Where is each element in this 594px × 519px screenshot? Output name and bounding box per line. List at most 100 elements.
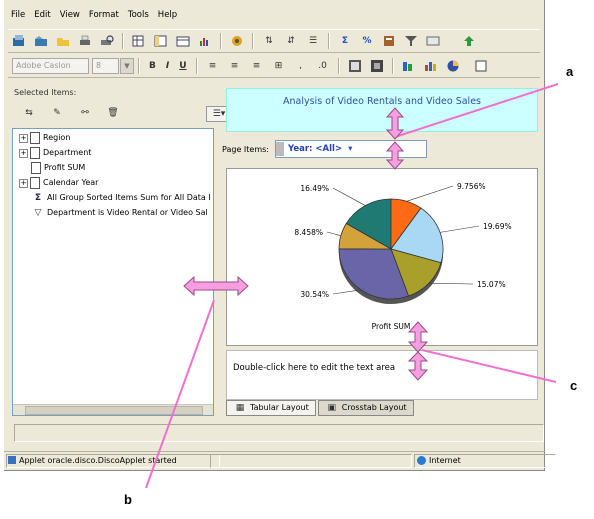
item-icon [30,132,40,144]
toolbar-separator [337,58,340,74]
toolbar-separator [391,58,394,74]
table-layout-icon[interactable] [132,34,146,48]
pivot-icon[interactable]: ☰ [306,34,320,48]
graph-icon[interactable] [198,34,212,48]
sum-icon[interactable]: Σ [338,34,352,48]
pie-chart-icon[interactable] [446,59,460,73]
wrap-text-icon[interactable]: ⊞ [272,59,286,73]
new-workbook-icon[interactable] [12,34,26,48]
menu-help[interactable]: Help [157,10,178,24]
pie-leader-line [439,225,480,233]
page-detail-icon[interactable] [176,34,190,48]
print-preview-icon[interactable] [100,34,114,48]
pie-slice-label: 30.54% [300,290,329,299]
chart-area[interactable]: 16.49% 9.756% 19.69% 15.07% 30.54% 8.458% Prof… [226,168,538,346]
pie-leader-line [428,282,474,285]
edit-pencil-icon[interactable]: ✎ [50,106,64,120]
filter-icon: ▽ [34,208,42,218]
menu-format[interactable]: Format [88,10,120,24]
delete-icon[interactable]: 🗑 [106,106,120,120]
toolbar-separator [328,33,330,49]
tree-item-label: Profit SUM [44,163,86,172]
crosstab-icon[interactable] [154,34,168,48]
sql-inspector-icon[interactable] [230,34,244,48]
menu-bar: File Edit View Format Tools Help [10,10,178,24]
conditional-format-icon[interactable] [426,34,440,48]
format-toolbar: Adobe Caslon 8 ▼ B I U ≡ ≡ ≡ ⊞ , .0 [8,55,540,78]
worksheet-panel: Analysis of Video Rentals and Video Sale… [222,82,540,422]
pie-chart: 16.49% 9.756% 19.69% 15.07% 30.54% 8.458% Prof… [294,182,512,331]
open-folder-icon[interactable] [56,34,70,48]
decimal-icon[interactable]: .0 [316,59,330,73]
pie-leader-line [326,231,341,236]
pie-slice-label: 8.458% [294,228,323,237]
align-right-icon[interactable]: ≡ [250,59,264,73]
tree-item-profit-sum[interactable]: Profit SUM [31,161,85,175]
applet-status: Applet oracle.disco.DiscoApplet started [6,454,220,468]
format-heading-icon[interactable] [370,59,384,73]
align-center-icon[interactable]: ≡ [228,59,242,73]
align-left-icon[interactable]: ≡ [206,59,220,73]
filter-icon[interactable] [404,34,418,48]
callout-label-c: c [570,378,578,393]
tree-item-label: Department is Video Rental or Video Sal [47,208,208,217]
sort-descending-icon[interactable]: ⇵ [284,34,298,48]
layout-tabs: ▦ Tabular Layout ▣ Crosstab Layout [226,400,414,416]
font-size-dropdown[interactable]: 8 [92,58,119,74]
tree-item-department[interactable]: + Department [19,146,91,160]
globe-icon [417,456,426,465]
text-area[interactable]: Double-click here to edit the text area [226,350,538,400]
drill-icon[interactable] [462,34,476,48]
item-icon [30,177,40,189]
chevron-down-icon[interactable]: ▼ [120,58,134,74]
pie-slice-label: 19.69% [483,222,512,231]
page-item-selector[interactable]: Year: <All> ▾ [274,140,427,158]
item-icon [31,162,41,174]
bold-button[interactable]: B [149,61,156,71]
tree-item-calendar-year[interactable]: + Calendar Year [19,176,98,190]
pie-leader-line [332,289,362,295]
italic-button[interactable]: I [166,61,169,71]
format-number-icon[interactable]: , [294,59,308,73]
move-icon[interactable]: ⇆ [22,106,36,120]
tree-item-region[interactable]: + Region [19,131,70,145]
pie-slice-label: 15.07% [477,280,506,289]
print-icon[interactable] [78,34,92,48]
tree-item-group-sort[interactable]: Σ All Group Sorted Items Sum for All Data… [31,191,211,205]
expand-icon[interactable]: + [19,148,28,158]
menu-file[interactable]: File [10,10,26,24]
pie-slice-label: 9.756% [457,182,486,191]
expand-icon[interactable]: + [19,178,28,188]
tab-crosstab-layout[interactable]: ▣ Crosstab Layout [317,400,414,416]
tree-item-condition[interactable]: ▽ Department is Video Rental or Video Sal [31,206,208,220]
main-toolbar: ⇅ ⇵ ☰ Σ % [8,29,540,53]
font-name-dropdown[interactable]: Adobe Caslon [12,58,89,74]
selected-items-tree[interactable]: + Region + Department Profit SUM + Calendar… [12,128,214,416]
format-data-icon[interactable] [348,59,362,73]
sort-ascending-icon[interactable]: ⇅ [262,34,276,48]
horizontal-scrollbar[interactable] [13,404,213,415]
percent-icon[interactable]: % [360,34,374,48]
sum-icon: Σ [34,193,42,203]
link-icon[interactable]: ⚯ [78,106,92,120]
page-item-value: Year: <All> [287,144,343,154]
gauge-icon[interactable] [402,59,416,73]
chevron-down-icon[interactable]: ▾ [348,144,352,154]
applet-status-text: Applet oracle.disco.DiscoApplet started [19,456,177,465]
grip-icon [275,142,284,156]
item-icon [30,147,40,159]
open-workbook-icon[interactable] [34,34,48,48]
underline-button[interactable]: U [179,61,186,71]
calculation-icon[interactable] [382,34,396,48]
selected-items-toolbar: ⇆ ✎ ⚯ 🗑 ☰▾ [18,106,236,122]
menu-tools[interactable]: Tools [127,10,150,24]
scrollbar-thumb[interactable] [25,406,203,415]
bar-chart-icon[interactable] [424,59,438,73]
worksheet-title[interactable]: Analysis of Video Rentals and Video Sale… [226,88,538,132]
menu-view[interactable]: View [59,10,81,24]
tab-tabular-layout[interactable]: ▦ Tabular Layout [226,400,316,416]
toolbar-separator [122,33,124,49]
menu-edit[interactable]: Edit [33,10,51,24]
options-icon[interactable] [474,59,488,73]
expand-icon[interactable]: + [19,133,28,143]
